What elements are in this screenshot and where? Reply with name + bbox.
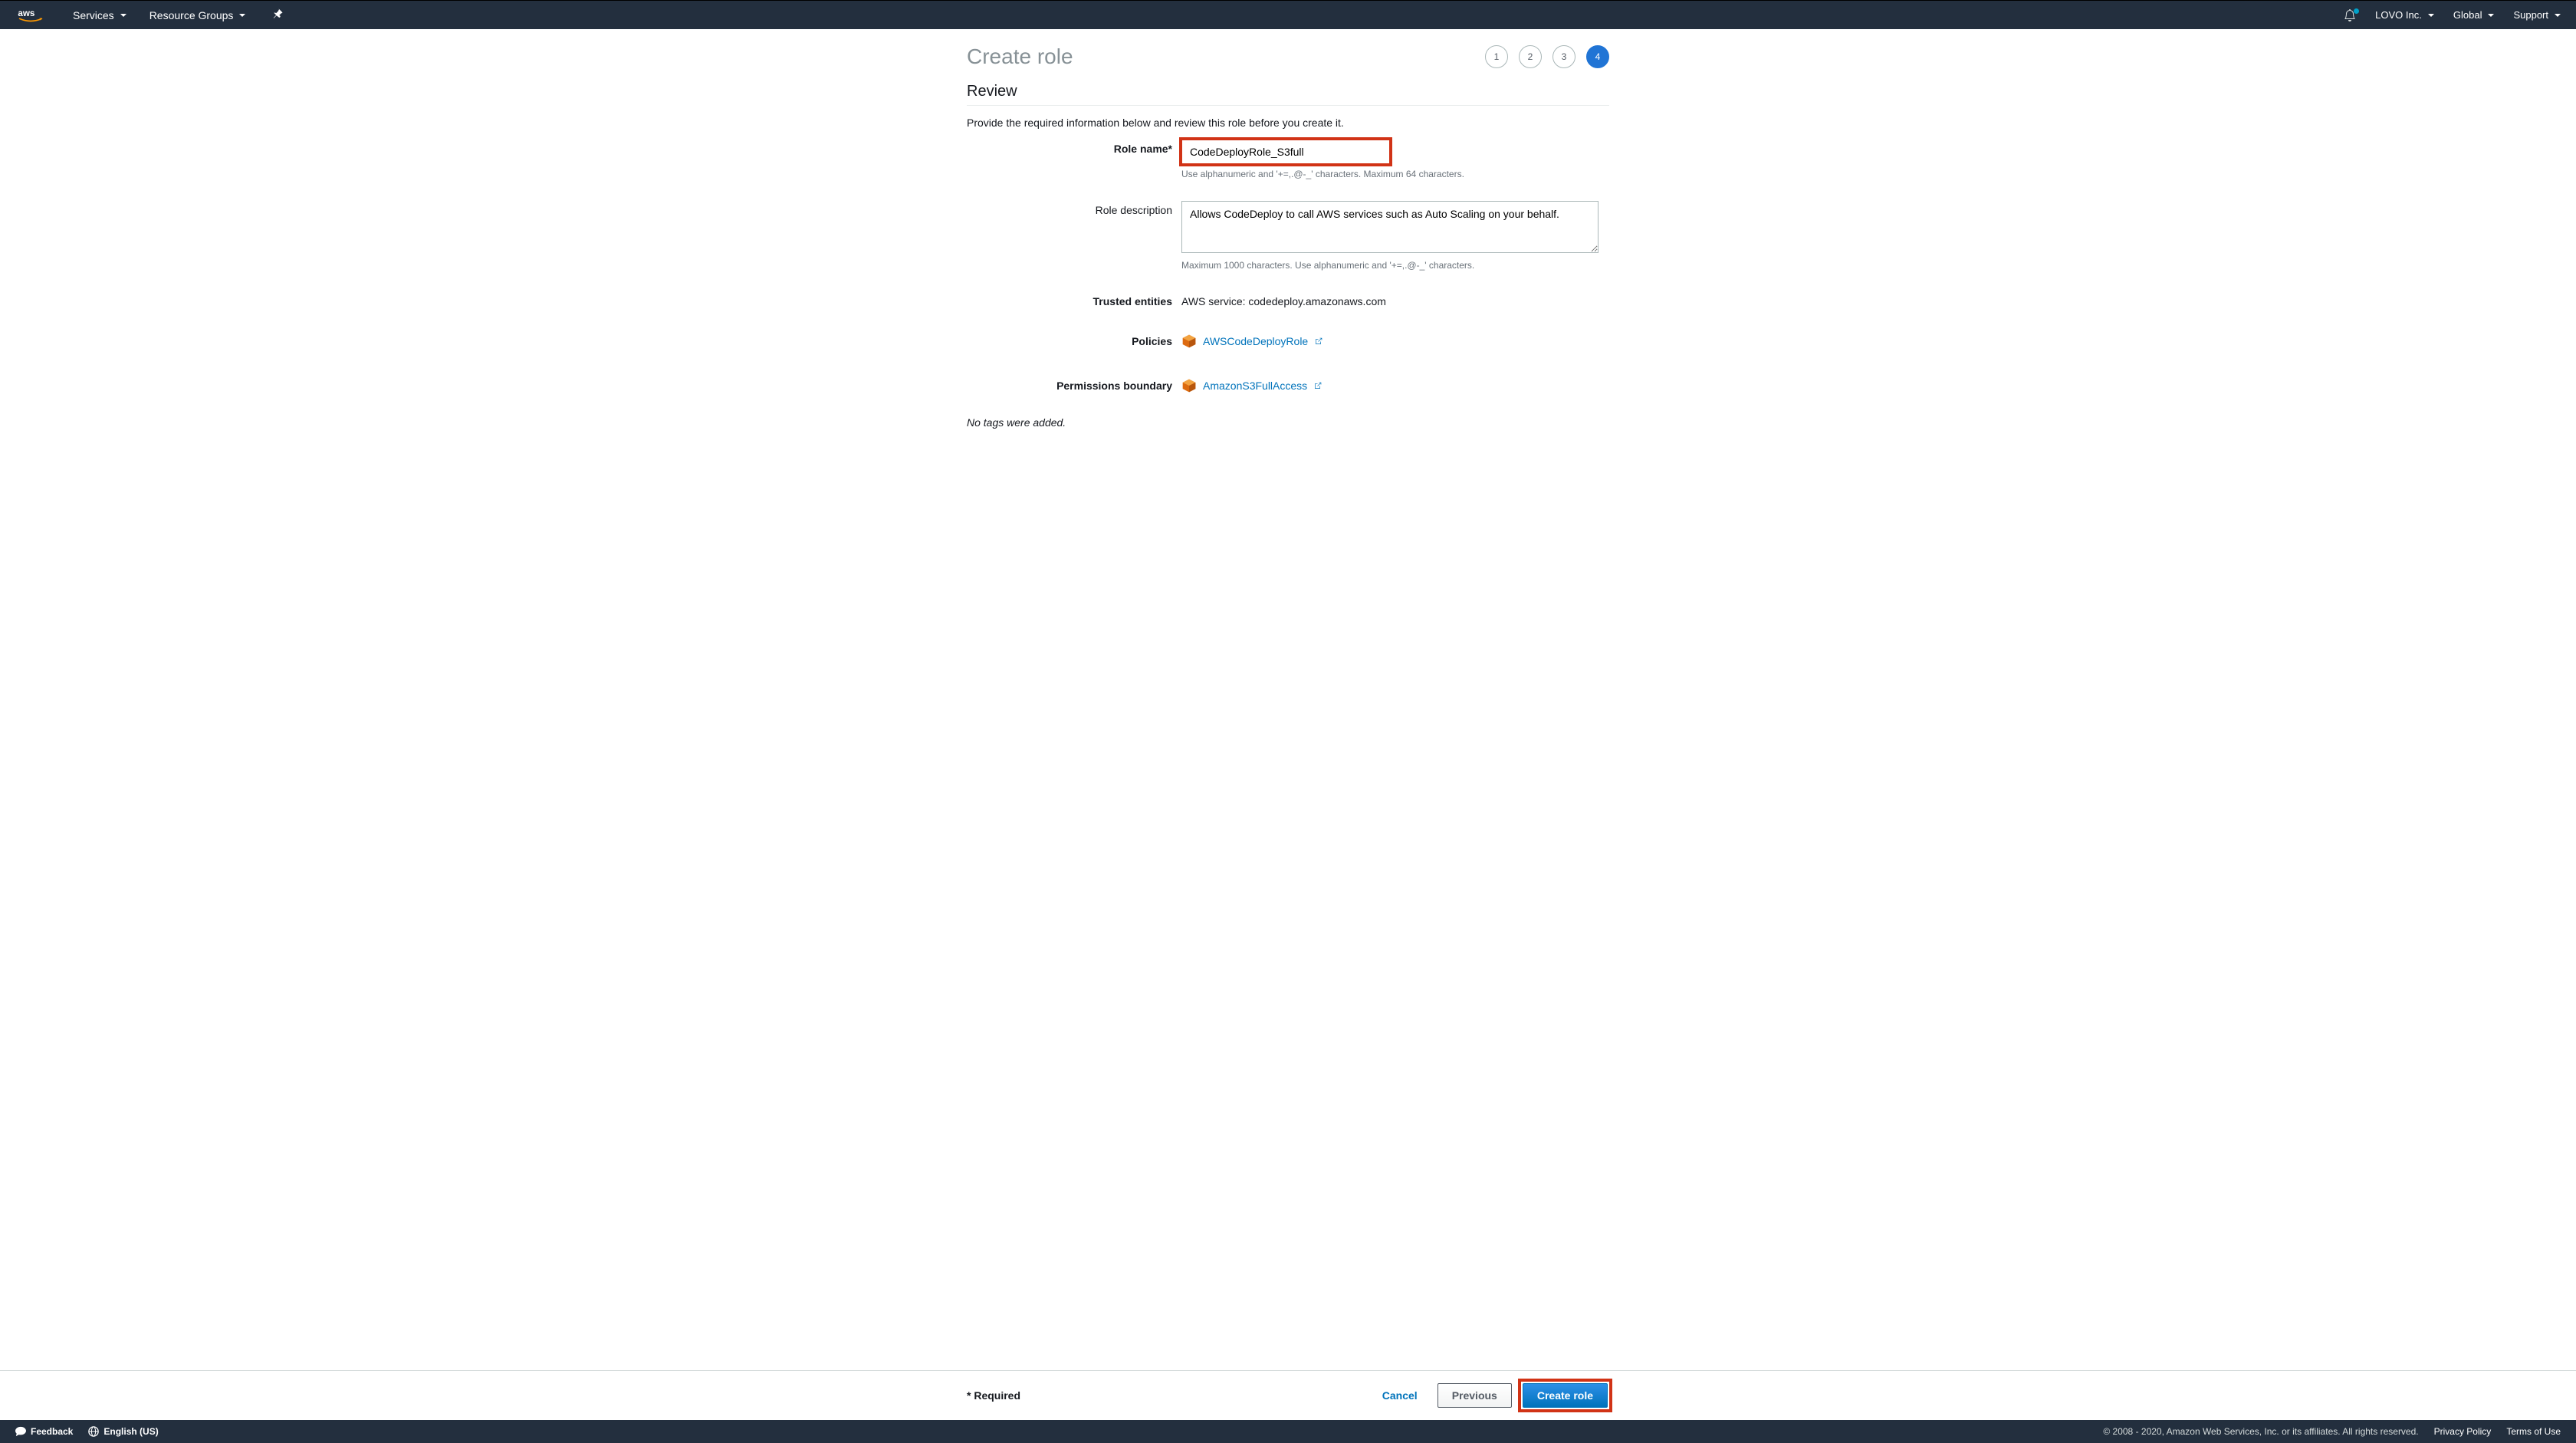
language-selector[interactable]: English (US) — [88, 1426, 158, 1437]
step-1[interactable]: 1 — [1485, 45, 1508, 68]
footer: Feedback English (US) © 2008 - 2020, Ama… — [0, 1420, 2576, 1443]
chevron-down-icon — [120, 14, 127, 17]
services-menu[interactable]: Services — [73, 9, 127, 21]
chevron-down-icon — [2488, 14, 2494, 17]
no-tags-message: No tags were added. — [967, 416, 1609, 429]
boundary-link[interactable]: AmazonS3FullAccess — [1203, 380, 1322, 392]
create-role-button[interactable]: Create role — [1523, 1383, 1608, 1408]
required-note: * Required — [967, 1389, 1020, 1402]
account-label: LOVO Inc. — [2375, 9, 2422, 21]
external-link-icon — [1313, 382, 1322, 390]
pin-icon[interactable] — [272, 8, 283, 21]
step-3[interactable]: 3 — [1552, 45, 1576, 68]
policy-box-icon — [1181, 378, 1197, 393]
permissions-boundary-label: Permissions boundary — [967, 376, 1181, 392]
services-label: Services — [73, 9, 114, 21]
role-name-label: Role name* — [967, 140, 1181, 155]
external-link-icon — [1314, 337, 1322, 346]
step-4[interactable]: 4 — [1586, 45, 1609, 68]
review-intro: Provide the required information below a… — [967, 117, 1609, 129]
support-label: Support — [2513, 9, 2548, 21]
role-name-input[interactable] — [1181, 140, 1390, 164]
policy-box-icon — [1181, 334, 1197, 349]
region-menu[interactable]: Global — [2453, 9, 2495, 21]
region-label: Global — [2453, 9, 2482, 21]
cancel-button[interactable]: Cancel — [1372, 1383, 1428, 1408]
speech-bubble-icon — [15, 1426, 26, 1437]
account-menu[interactable]: LOVO Inc. — [2375, 9, 2434, 21]
globe-icon — [88, 1426, 99, 1437]
boundary-item: AmazonS3FullAccess — [1181, 376, 1609, 393]
support-menu[interactable]: Support — [2513, 9, 2561, 21]
aws-logo[interactable]: aws — [15, 8, 46, 23]
policies-label: Policies — [967, 332, 1181, 347]
policy-link[interactable]: AWSCodeDeployRole — [1203, 335, 1322, 347]
page-title: Create role — [967, 44, 1073, 69]
review-heading: Review — [967, 83, 1609, 106]
chevron-down-icon — [2555, 14, 2561, 17]
policy-item: AWSCodeDeployRole — [1181, 332, 1609, 349]
svg-text:aws: aws — [18, 8, 34, 18]
chevron-down-icon — [239, 14, 245, 17]
trusted-entities-label: Trusted entities — [967, 292, 1181, 307]
top-nav: aws Services Resource Groups LOVO Inc. G… — [0, 0, 2576, 29]
notifications-icon[interactable] — [2344, 9, 2356, 21]
role-desc-label: Role description — [967, 201, 1181, 216]
resource-groups-menu[interactable]: Resource Groups — [150, 9, 246, 21]
resource-groups-label: Resource Groups — [150, 9, 234, 21]
wizard-steps: 1 2 3 4 — [1485, 45, 1609, 68]
trusted-entities-value: AWS service: codedeploy.amazonaws.com — [1181, 292, 1609, 307]
terms-link[interactable]: Terms of Use — [2506, 1426, 2561, 1437]
privacy-link[interactable]: Privacy Policy — [2434, 1426, 2492, 1437]
feedback-link[interactable]: Feedback — [15, 1426, 73, 1437]
step-2[interactable]: 2 — [1519, 45, 1542, 68]
role-name-hint: Use alphanumeric and '+=,.@-_' character… — [1181, 169, 1609, 179]
chevron-down-icon — [2428, 14, 2434, 17]
previous-button[interactable]: Previous — [1438, 1383, 1512, 1408]
role-desc-input[interactable]: Allows CodeDeploy to call AWS services s… — [1181, 201, 1598, 253]
role-desc-hint: Maximum 1000 characters. Use alphanumeri… — [1181, 260, 1609, 271]
copyright: © 2008 - 2020, Amazon Web Services, Inc.… — [2103, 1426, 2418, 1437]
notification-dot — [2354, 8, 2359, 14]
